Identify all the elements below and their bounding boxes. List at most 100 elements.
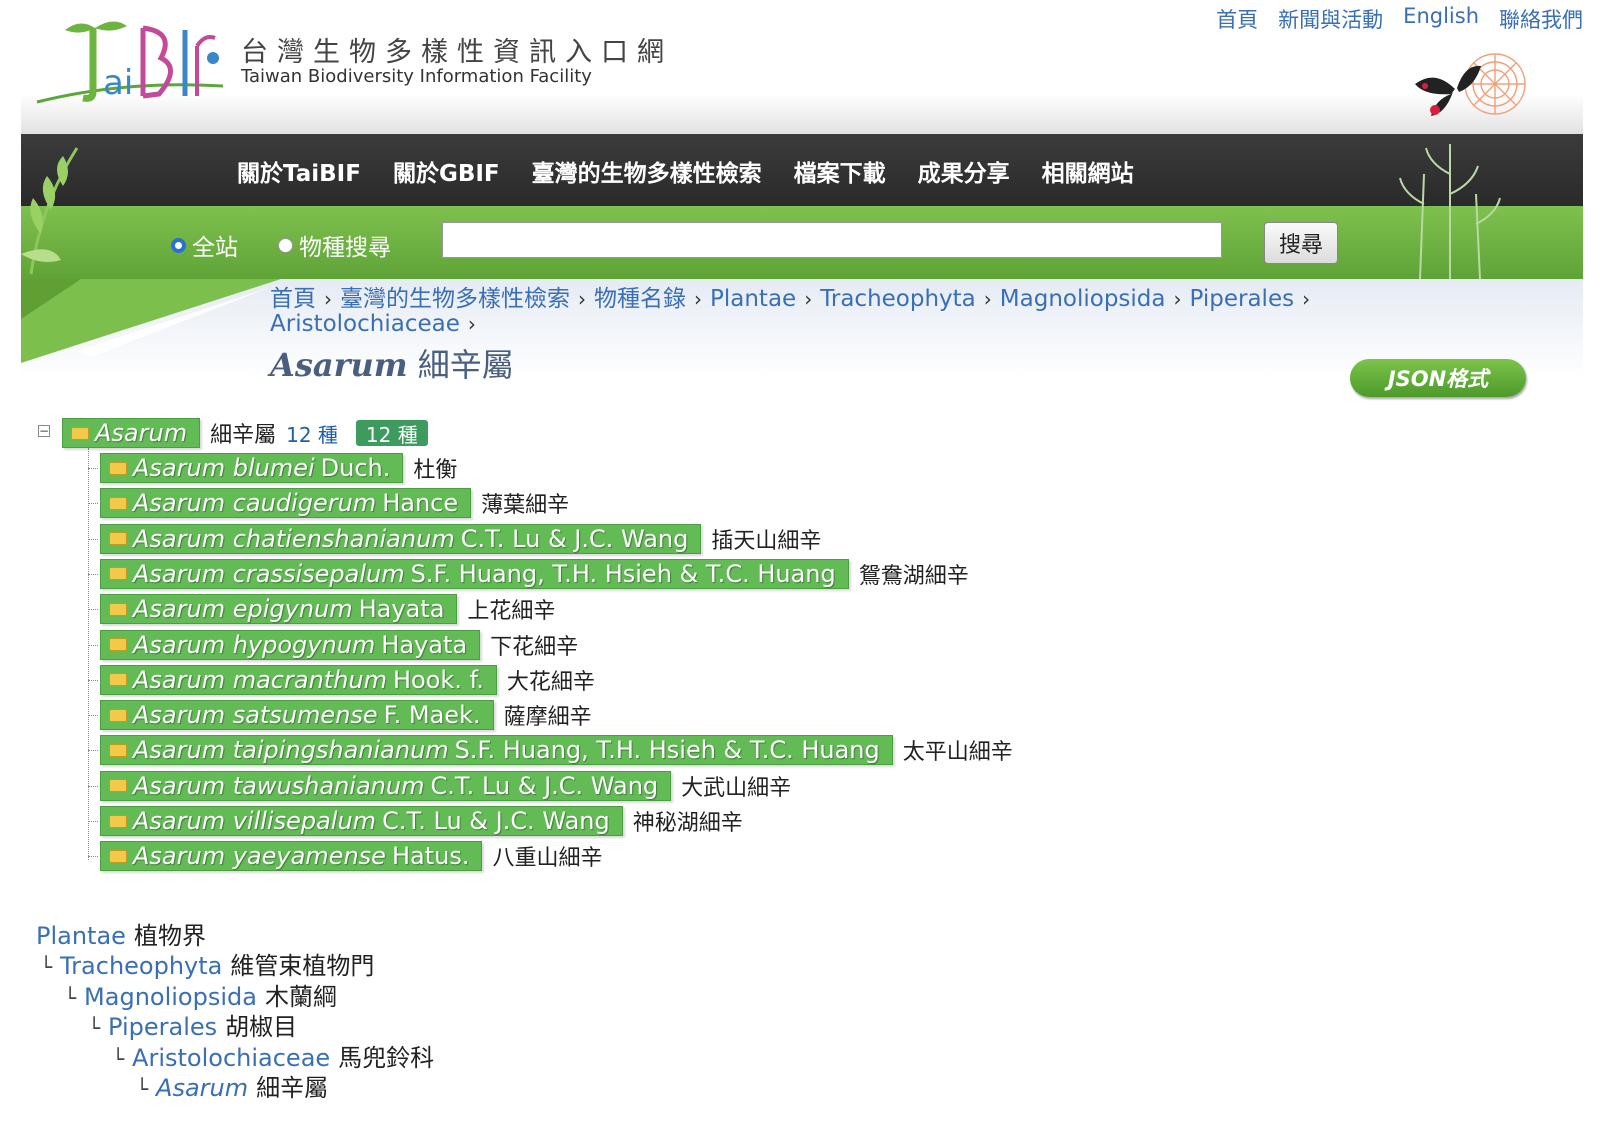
taibif-logo[interactable]: ai bbox=[35, 10, 225, 105]
tree-species-node: Asarum crassisepalum S.F. Huang, T.H. Hsi… bbox=[100, 558, 969, 589]
chevron-right-icon: › bbox=[467, 312, 476, 336]
species-link[interactable]: Asarum epigynum Hayata bbox=[100, 594, 458, 625]
classification-chinese: 馬兜鈴科 bbox=[338, 1043, 435, 1072]
nav-item-about-taibif[interactable]: 關於TaiBIF bbox=[237, 154, 361, 188]
top-link-news[interactable]: 新聞與活動 bbox=[1278, 4, 1383, 34]
chevron-right-icon: › bbox=[1302, 287, 1311, 311]
breadcrumb-tracheophyta[interactable]: Tracheophyta bbox=[820, 286, 976, 312]
tree-branch-line bbox=[88, 609, 98, 611]
species-link[interactable]: Asarum satsumense F. Maek. bbox=[100, 700, 494, 731]
leaf-decoration bbox=[21, 147, 79, 275]
radio-species-search[interactable]: 物種搜尋 bbox=[278, 228, 391, 262]
species-chinese-name: 杜衡 bbox=[413, 458, 458, 483]
radio-species-search-label: 物種搜尋 bbox=[299, 235, 391, 261]
breadcrumb-biodiversity-search[interactable]: 臺灣的生物多樣性檢索 bbox=[340, 286, 570, 312]
species-author: C.T. Lu & J.C. Wang bbox=[430, 771, 659, 800]
nav-item-related-sites[interactable]: 相關網站 bbox=[1042, 154, 1134, 188]
tree-root-name: Asarum bbox=[95, 419, 188, 447]
page-title-chinese: 細辛屬 bbox=[417, 346, 514, 384]
species-scientific-name: Asarum macranthum bbox=[133, 665, 387, 694]
species-link[interactable]: Asarum taipingshanianum S.F. Huang, T.H. … bbox=[100, 735, 893, 766]
top-links: 首頁 新聞與活動 English 聯絡我們 bbox=[1216, 4, 1583, 34]
classification-chinese: 細辛屬 bbox=[256, 1074, 329, 1102]
tree-root-node: Asarum 細辛屬 12 種 12 種 bbox=[62, 418, 428, 448]
species-author: F. Maek. bbox=[383, 701, 481, 730]
species-link[interactable]: Asarum macranthum Hook. f. bbox=[100, 664, 497, 695]
species-scientific-name: Asarum epigynum bbox=[133, 595, 353, 624]
species-chinese-name: 薄葉細辛 bbox=[481, 493, 570, 519]
top-link-home[interactable]: 首頁 bbox=[1216, 4, 1258, 34]
tree-species-node: Asarum epigynum Hayata 上花細辛 bbox=[100, 594, 555, 625]
radio-site-wide-label: 全站 bbox=[192, 235, 238, 261]
species-link[interactable]: Asarum chatienshanianum C.T. Lu & J.C. Wa… bbox=[100, 523, 702, 554]
species-link[interactable]: Asarum caudigerum Hance bbox=[100, 488, 472, 519]
species-count-badge: 12 種 bbox=[355, 420, 428, 447]
species-link[interactable]: Asarum hypogynum Hayata bbox=[100, 629, 481, 660]
species-author: S.F. Huang, T.H. Hsieh & T.C. Huang bbox=[454, 736, 880, 765]
search-input[interactable] bbox=[442, 222, 1222, 258]
butterfly-flower-illustration bbox=[1415, 53, 1526, 116]
top-link-contact[interactable]: 聯絡我們 bbox=[1499, 4, 1583, 34]
chevron-right-icon: › bbox=[1173, 287, 1182, 311]
species-link[interactable]: Asarum tawushanianum C.T. Lu & J.C. Wang bbox=[100, 770, 672, 801]
species-chinese-name: 下花細辛 bbox=[490, 634, 579, 660]
tree-species-node: Asarum yaeyamense Hatus. 八重山細辛 bbox=[100, 841, 602, 872]
breadcrumb-magnoliopsida[interactable]: Magnoliopsida bbox=[1000, 286, 1166, 312]
collapse-toggle-icon[interactable]: − bbox=[38, 425, 50, 437]
top-link-english[interactable]: English bbox=[1403, 4, 1479, 34]
folder-icon bbox=[109, 779, 127, 793]
tree-branch-line bbox=[88, 503, 98, 505]
species-link[interactable]: Asarum crassisepalum S.F. Huang, T.H. Hsi… bbox=[100, 558, 849, 589]
json-format-button[interactable]: JSON格式 bbox=[1350, 359, 1526, 397]
species-chinese-name: 太平山細辛 bbox=[902, 740, 1013, 766]
tree-branch-line bbox=[88, 573, 98, 575]
species-author: Hayata bbox=[358, 595, 445, 624]
nav-item-about-gbif[interactable]: 關於GBIF bbox=[393, 154, 500, 188]
species-chinese-name: 神秘湖細辛 bbox=[632, 811, 743, 836]
tree-species-node: Asarum macranthum Hook. f. 大花細辛 bbox=[100, 664, 595, 695]
tree-root-label[interactable]: Asarum bbox=[62, 418, 201, 448]
species-author: Hook. f. bbox=[393, 665, 484, 694]
tree-branch-line bbox=[88, 785, 98, 787]
nav-item-biodiversity-search[interactable]: 臺灣的生物多樣性檢索 bbox=[532, 154, 762, 188]
tree-species-node: Asarum tawushanianum C.T. Lu & J.C. Wang 大… bbox=[100, 770, 791, 801]
breadcrumb: 首頁 › 臺灣的生物多樣性檢索 › 物種名錄 › Plantae › Tracheophyta ›… bbox=[270, 287, 1470, 337]
page-title: Asarum 細辛屬 bbox=[270, 340, 514, 386]
folder-icon bbox=[109, 461, 127, 475]
search-button[interactable]: 搜尋 bbox=[1264, 222, 1338, 264]
species-author: Hayata bbox=[381, 630, 468, 659]
breadcrumb-aristolochiaceae[interactable]: Aristolochiaceae bbox=[270, 311, 460, 337]
breadcrumb-species-list[interactable]: 物種名錄 bbox=[594, 286, 686, 312]
folder-icon bbox=[71, 426, 89, 440]
radio-site-wide[interactable]: 全站 bbox=[171, 228, 238, 262]
species-chinese-name: 薩摩細辛 bbox=[503, 705, 592, 731]
tree-branch-line bbox=[88, 679, 98, 681]
folder-icon bbox=[109, 743, 127, 757]
tree-species-node: Asarum chatienshanianum C.T. Lu & J.C. Wa… bbox=[100, 523, 821, 554]
elbow-connector-icon: └ bbox=[136, 1077, 149, 1101]
classification-link[interactable]: Asarum bbox=[156, 1074, 248, 1102]
species-author: Hatus. bbox=[391, 842, 470, 871]
chevron-right-icon: › bbox=[578, 287, 586, 311]
folder-icon bbox=[109, 673, 127, 687]
elbow-connector-icon: └ bbox=[64, 985, 77, 1010]
elbow-connector-icon: └ bbox=[40, 955, 53, 980]
species-scientific-name: Asarum crassisepalum bbox=[133, 559, 405, 588]
site-header: ai 台灣生物多樣性資訊入口網 Taiwan Biodiversity Info… bbox=[21, 0, 1583, 134]
species-scientific-name: Asarum tawushanianum bbox=[133, 771, 425, 800]
folder-icon bbox=[109, 849, 127, 863]
tree-branch-line bbox=[88, 644, 98, 646]
species-scientific-name: Asarum satsumense bbox=[133, 701, 378, 730]
species-link[interactable]: Asarum blumei Duch. bbox=[100, 453, 404, 483]
species-link[interactable]: Asarum villisepalum C.T. Lu & J.C. Wang bbox=[100, 806, 623, 836]
tree-species-node: Asarum satsumense F. Maek. 薩摩細辛 bbox=[100, 700, 592, 731]
species-link[interactable]: Asarum yaeyamense Hatus. bbox=[100, 841, 483, 872]
breadcrumb-piperales[interactable]: Piperales bbox=[1190, 286, 1295, 312]
breadcrumb-plantae[interactable]: Plantae bbox=[710, 286, 796, 312]
nav-item-results[interactable]: 成果分享 bbox=[918, 154, 1010, 188]
tree-species-node: Asarum hypogynum Hayata 下花細辛 bbox=[100, 629, 579, 660]
page-title-scientific: Asarum bbox=[270, 346, 408, 384]
breadcrumb-home[interactable]: 首頁 bbox=[270, 286, 316, 312]
search-bar: 全站 物種搜尋 搜尋 bbox=[21, 206, 1583, 279]
nav-item-downloads[interactable]: 檔案下載 bbox=[794, 154, 886, 188]
